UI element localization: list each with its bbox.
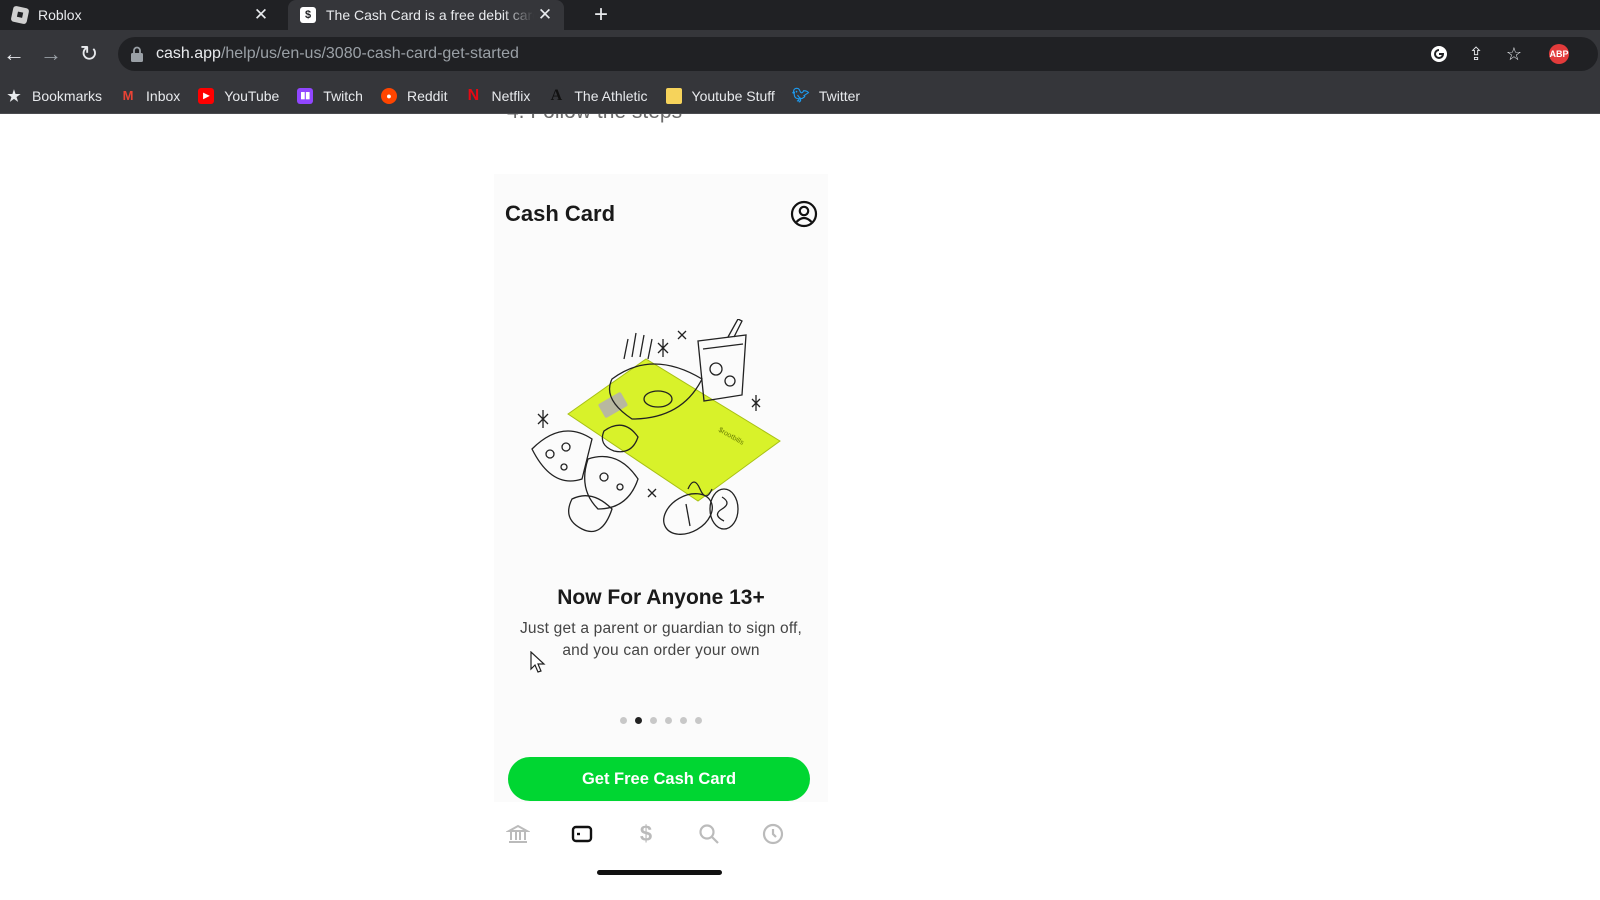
new-tab-button[interactable]: +: [588, 1, 614, 28]
twitter-icon: 🐦︎: [791, 87, 810, 103]
gmail-icon: M: [122, 88, 134, 103]
bookmark-bookmarks[interactable]: ★ Bookmarks: [6, 87, 103, 105]
cash-card-illustration: $rootbills: [531, 319, 781, 535]
extension-badge: ABP: [1549, 44, 1569, 64]
back-button[interactable]: ←: [0, 40, 28, 68]
profile-icon: [790, 200, 818, 228]
bank-icon[interactable]: [504, 820, 532, 848]
carousel-dot[interactable]: [665, 717, 672, 724]
bookmark-label: Netflix: [491, 87, 531, 104]
bookmark-inbox[interactable]: M Inbox: [120, 87, 181, 104]
page-content: 4. Follow the steps Cash Card $rootbills: [0, 114, 1600, 900]
cash-app-icon: $: [300, 7, 316, 23]
toolbar: ← → ↻ cash.app/help/us/en-us/3080-cash-c…: [0, 30, 1600, 78]
close-icon[interactable]: ✕: [534, 4, 556, 26]
bookmark-label: Youtube Stuff: [691, 87, 775, 104]
promo-subtext: Just get a parent or guardian to sign of…: [519, 620, 803, 659]
bookmark-the-athletic[interactable]: A The Athletic: [548, 87, 648, 104]
phone-title: Cash Card: [505, 201, 616, 226]
carousel-dot[interactable]: [680, 717, 687, 724]
bookmark-netflix[interactable]: N Netflix: [465, 86, 531, 104]
bookmark-label: Twitch: [323, 87, 363, 104]
close-icon[interactable]: ✕: [250, 4, 272, 26]
carousel-dots[interactable]: [494, 717, 828, 724]
bookmarks-bar: ★ Bookmarks M Inbox ▶ YouTube ▮▮ Twitch …: [0, 78, 1600, 114]
forward-button[interactable]: →: [37, 40, 65, 68]
carousel-dot[interactable]: [635, 717, 642, 724]
home-indicator: [597, 870, 722, 875]
reload-button[interactable]: ↻: [75, 40, 103, 68]
bookmark-label: Twitter: [818, 87, 861, 104]
url-text: cash.app/help/us/en-us/3080-cash-card-ge…: [156, 45, 519, 63]
tab-title: The Cash Card is a free debit card: [326, 7, 534, 23]
netflix-icon: N: [467, 86, 480, 104]
reddit-icon: ●: [380, 87, 397, 104]
lock-icon: [131, 46, 143, 62]
bookmark-reddit[interactable]: ● Reddit: [380, 87, 448, 104]
bookmark-youtube[interactable]: ▶ YouTube: [198, 87, 280, 104]
mouse-cursor-icon: [530, 651, 546, 673]
carousel-dot[interactable]: [650, 717, 657, 724]
bookmark-youtube-stuff[interactable]: Youtube Stuff: [665, 87, 775, 104]
phone-tab-bar: $: [494, 814, 828, 854]
bookmark-label: Inbox: [146, 87, 181, 104]
carousel-dot[interactable]: [695, 717, 702, 724]
athletic-icon: A: [548, 87, 565, 104]
url-path: /help/us/en-us/3080-cash-card-get-starte…: [220, 45, 519, 62]
tab-cash-card[interactable]: $ The Cash Card is a free debit card ✕: [288, 0, 564, 30]
bookmark-twitch[interactable]: ▮▮ Twitch: [297, 87, 363, 104]
adblock-extension-icon[interactable]: ABP: [1548, 43, 1570, 65]
phone-screenshot: Cash Card $rootbills Now For Anyone 13+ …: [494, 174, 828, 802]
bookmark-label: Bookmarks: [32, 87, 103, 104]
folder-icon: [665, 87, 682, 104]
star-icon: ★: [7, 87, 21, 105]
youtube-icon: ▶: [198, 87, 215, 104]
carousel-dot[interactable]: [620, 717, 627, 724]
roblox-icon: ■: [10, 5, 30, 25]
url-host: cash.app: [156, 45, 221, 62]
google-lens-icon[interactable]: [1428, 43, 1450, 65]
tab-strip: ■ Roblox ✕ $ The Cash Card is a free deb…: [0, 0, 1600, 30]
address-bar[interactable]: cash.app/help/us/en-us/3080-cash-card-ge…: [118, 37, 1598, 71]
dollar-icon[interactable]: $: [632, 820, 660, 848]
bookmark-star-icon[interactable]: ☆: [1503, 43, 1525, 65]
step-heading: 4. Follow the steps: [507, 114, 682, 124]
bookmark-label: Reddit: [406, 87, 448, 104]
tab-roblox[interactable]: ■ Roblox ✕: [0, 0, 280, 30]
bookmark-twitter[interactable]: 🐦︎ Twitter: [791, 87, 861, 104]
card-icon[interactable]: [568, 820, 596, 848]
twitch-icon: ▮▮: [297, 87, 314, 104]
clock-icon[interactable]: [759, 820, 787, 848]
tab-title: Roblox: [38, 7, 82, 23]
bookmark-label: YouTube: [224, 87, 280, 104]
bookmark-label: The Athletic: [574, 87, 648, 104]
get-free-cash-card-button[interactable]: Get Free Cash Card: [508, 757, 810, 801]
promo-headline: Now For Anyone 13+: [557, 586, 765, 609]
share-icon[interactable]: ⇪: [1465, 43, 1487, 65]
search-icon[interactable]: [695, 820, 723, 848]
